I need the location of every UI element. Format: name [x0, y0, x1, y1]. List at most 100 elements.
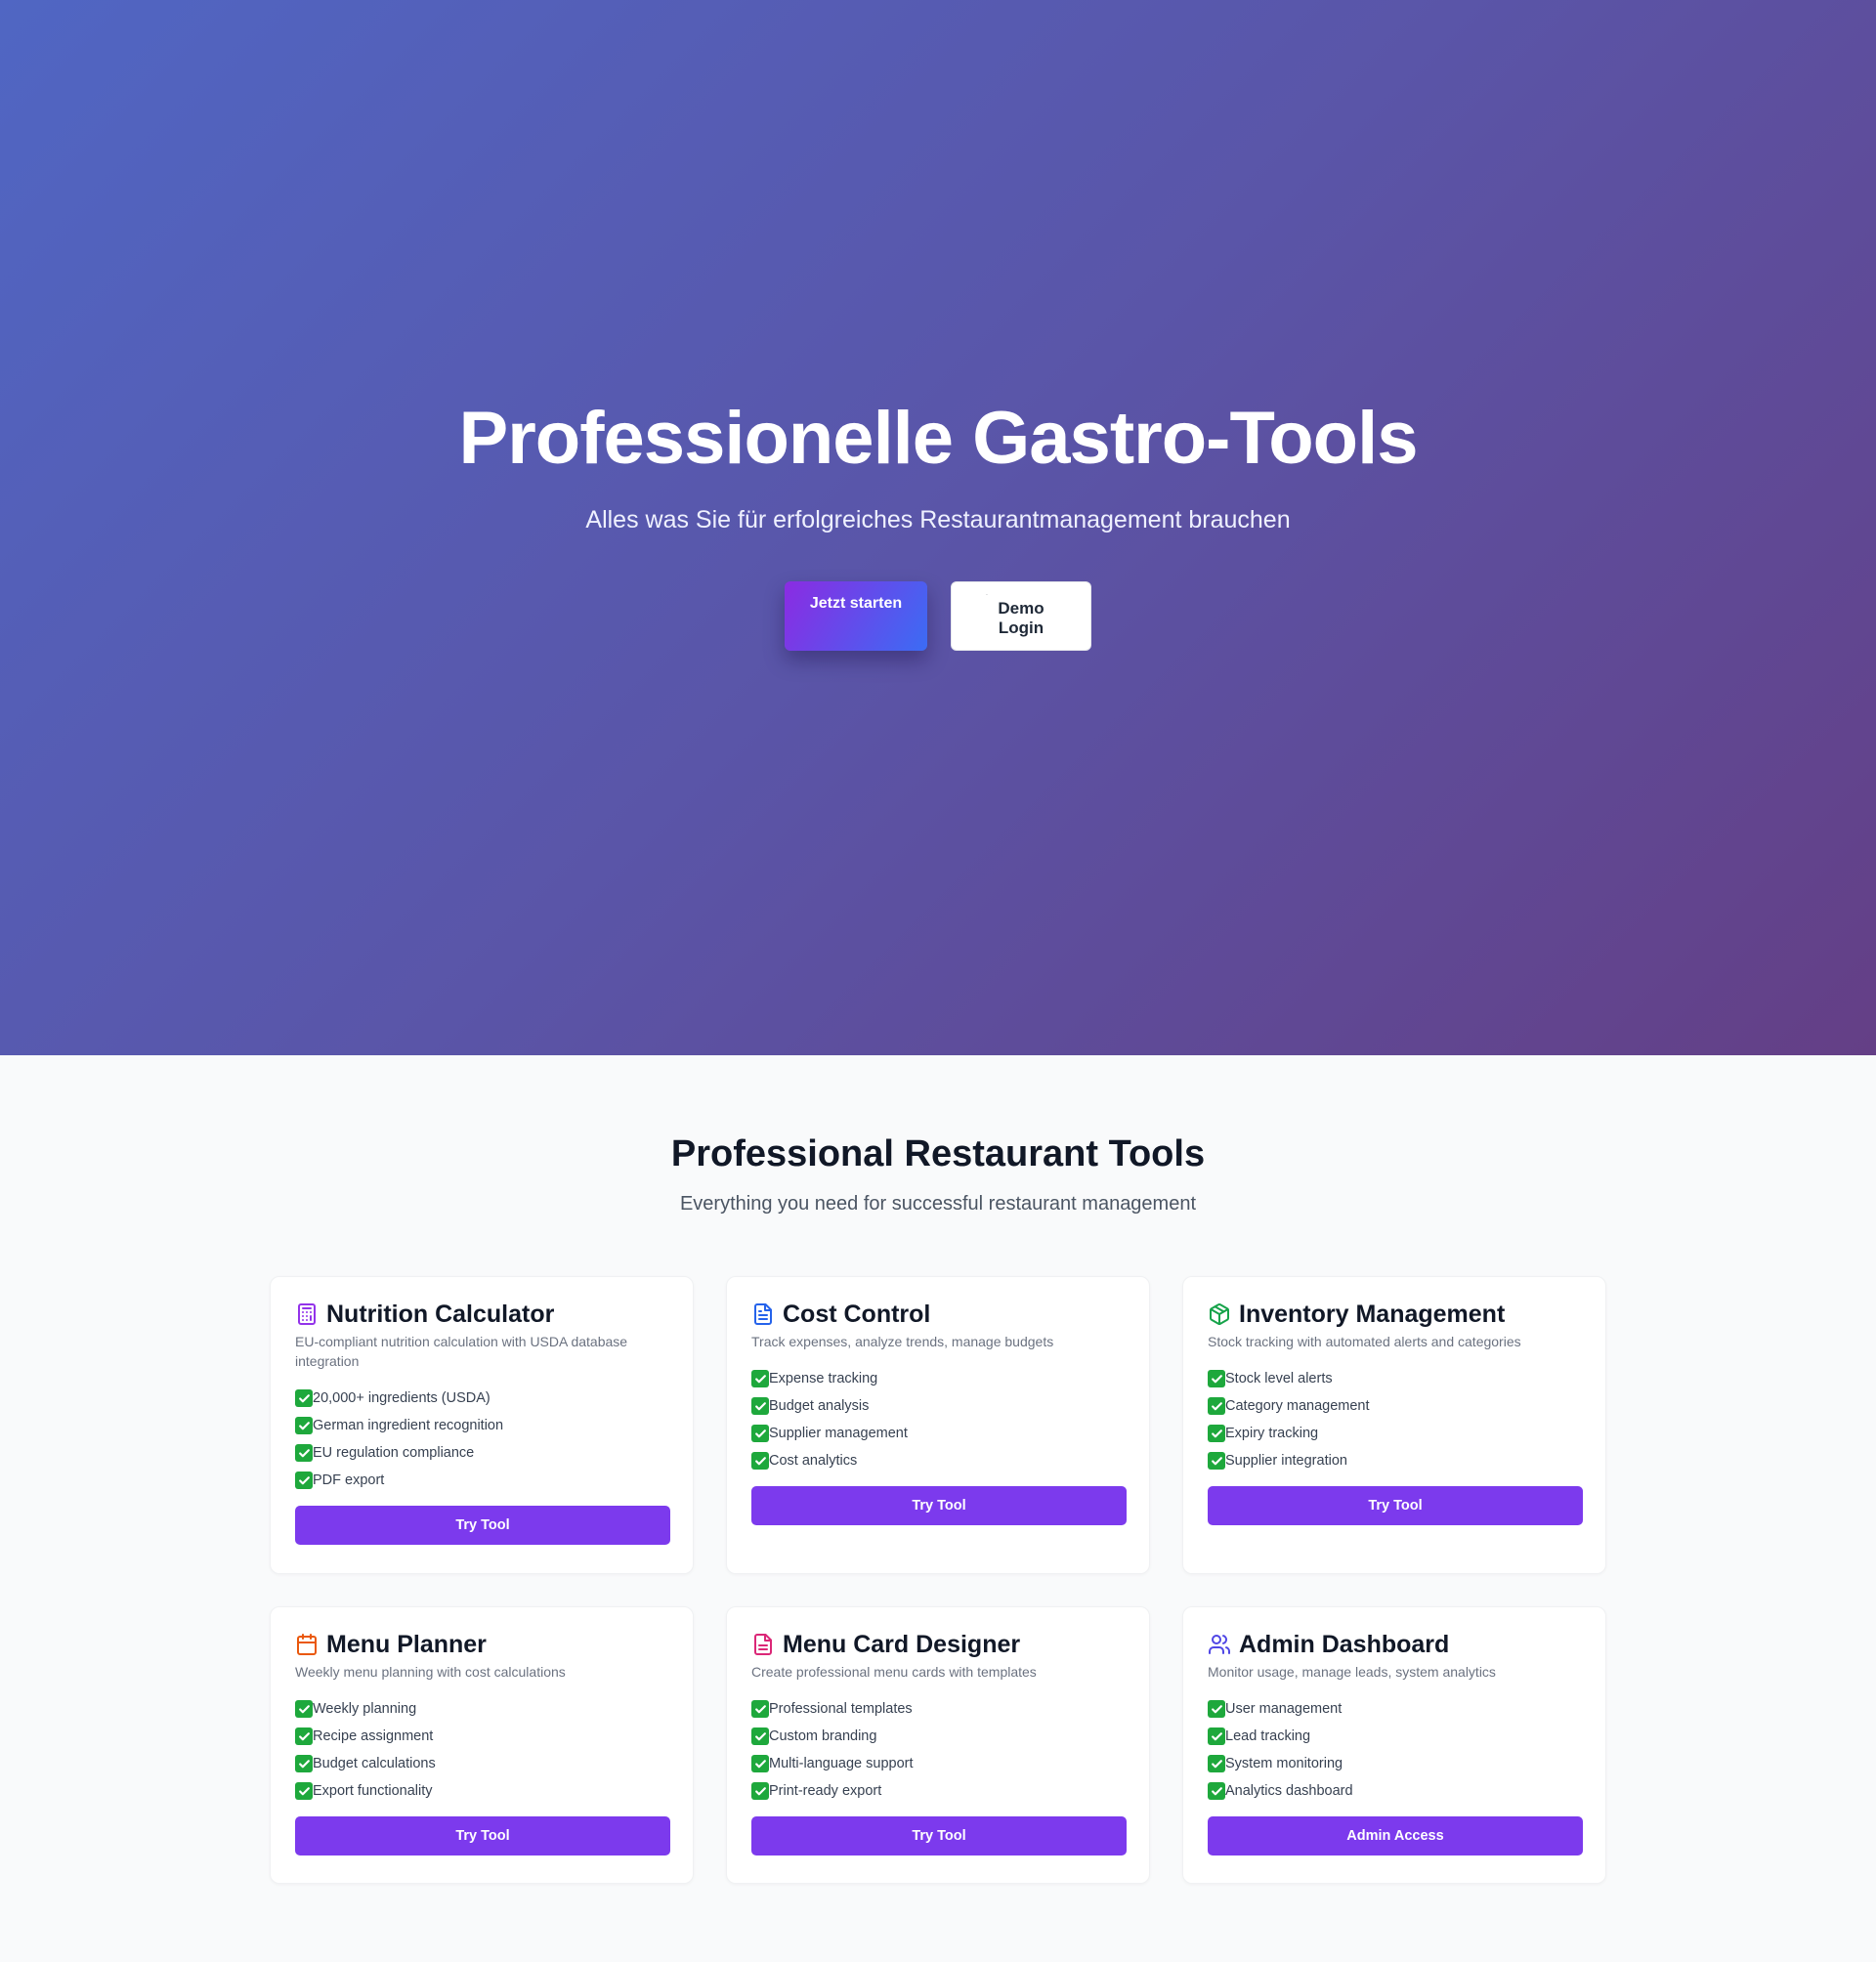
feature-item: Weekly planning: [295, 1695, 668, 1723]
hero-subtitle: Alles was Sie für erfolgreiches Restaura…: [585, 506, 1291, 533]
feature-label: German ingredient recognition: [313, 1418, 504, 1433]
feature-label: EU regulation compliance: [313, 1445, 475, 1461]
feature-label: Expiry tracking: [1225, 1426, 1319, 1441]
package-icon: [1210, 1303, 1229, 1325]
card-title: Menu Planner: [326, 1631, 487, 1658]
card-title: Cost Control: [783, 1301, 931, 1328]
feature-item: PDF export: [295, 1467, 668, 1494]
feature-item: Expiry tracking: [1208, 1420, 1581, 1447]
feature-label: Print-ready export: [769, 1783, 882, 1799]
feature-item: Custom branding: [751, 1723, 1125, 1750]
feature-list: Stock level alerts Category management E…: [1208, 1365, 1581, 1474]
check-icon: [1208, 1452, 1225, 1470]
feature-label: Budget analysis: [769, 1398, 870, 1414]
calendar-icon: [297, 1634, 317, 1655]
tool-card-wrapper: Cost Control Track expenses, analyze tre…: [726, 1276, 1150, 1574]
tool-card-cost-control: Cost Control Track expenses, analyze tre…: [726, 1276, 1150, 1574]
check-icon: [751, 1397, 769, 1415]
tools-section: Professional Restaurant Tools Everything…: [0, 1055, 1876, 1884]
card-title: Inventory Management: [1239, 1301, 1506, 1328]
feature-item: User management: [1208, 1695, 1581, 1723]
feature-item: Budget analysis: [751, 1392, 1125, 1420]
users-icon: [1209, 1635, 1230, 1654]
try-tool-button[interactable]: Try Tool: [295, 1506, 670, 1545]
feature-label: Category management: [1225, 1398, 1370, 1414]
feature-item: Cost analytics: [751, 1447, 1125, 1474]
card-header: Cost Control: [751, 1299, 1125, 1330]
card-header: Admin Dashboard: [1208, 1629, 1581, 1660]
check-icon: [295, 1389, 313, 1407]
tools-subtitle: Everything you need for successful resta…: [679, 1193, 1197, 1215]
tool-card-nutrition-calculator: Nutrition Calculator EU-compliant nutrit…: [270, 1276, 694, 1574]
card-header: Inventory Management: [1208, 1299, 1581, 1330]
check-icon: [1208, 1755, 1225, 1772]
tool-card-wrapper: Admin Dashboard Monitor usage, manage le…: [1182, 1606, 1606, 1884]
check-icon: [751, 1700, 769, 1718]
feature-item: Supplier integration: [1208, 1447, 1581, 1474]
feature-item: Lead tracking: [1208, 1723, 1581, 1750]
tool-card-wrapper: Menu Card Designer Create professional m…: [726, 1606, 1150, 1884]
feature-list: Weekly planning Recipe assignment Budget…: [295, 1695, 668, 1805]
check-icon: [295, 1472, 313, 1489]
feature-label: 20,000+ ingredients (USDA): [313, 1390, 490, 1406]
check-icon: [295, 1782, 313, 1800]
feature-item: Recipe assignment: [295, 1723, 668, 1750]
feature-item: 20,000+ ingredients (USDA): [295, 1385, 668, 1412]
try-tool-button[interactable]: Try Tool: [751, 1486, 1127, 1525]
try-tool-button[interactable]: Try Tool: [295, 1816, 670, 1855]
card-description: Monitor usage, manage leads, system anal…: [1208, 1664, 1496, 1680]
check-icon: [295, 1727, 313, 1745]
feature-list: Professional templates Custom branding M…: [751, 1695, 1125, 1805]
check-icon: [295, 1755, 313, 1772]
feature-item: Multi-language support: [751, 1750, 1125, 1777]
feature-label: Custom branding: [769, 1728, 877, 1744]
hero-buttons: Jetzt starten Demo Login: [785, 581, 1091, 651]
tool-card-inventory-management: Inventory Management Stock tracking with…: [1182, 1276, 1606, 1574]
check-icon: [295, 1444, 313, 1462]
file-text-icon: [754, 1634, 772, 1655]
card-title: Nutrition Calculator: [326, 1301, 555, 1328]
tool-card-grid: Nutrition Calculator EU-compliant nutrit…: [270, 1276, 1606, 1884]
tool-card-wrapper: Inventory Management Stock tracking with…: [1182, 1276, 1606, 1574]
feature-label: Stock level alerts: [1225, 1371, 1333, 1386]
feature-item: German ingredient recognition: [295, 1412, 668, 1439]
feature-label: Cost analytics: [769, 1453, 858, 1469]
check-icon: [295, 1700, 313, 1718]
feature-label: Export functionality: [313, 1783, 433, 1799]
check-icon: [751, 1782, 769, 1800]
feature-label: Supplier integration: [1225, 1453, 1347, 1469]
card-header: Menu Planner: [295, 1629, 668, 1660]
card-description: Stock tracking with automated alerts and…: [1208, 1334, 1521, 1349]
feature-label: System monitoring: [1225, 1756, 1343, 1771]
tool-card-wrapper: Nutrition Calculator EU-compliant nutrit…: [270, 1276, 694, 1574]
feature-label: PDF export: [313, 1472, 385, 1488]
feature-label: User management: [1225, 1701, 1343, 1717]
start-button[interactable]: Jetzt starten: [785, 581, 927, 651]
try-tool-button[interactable]: Try Tool: [751, 1816, 1127, 1855]
tools-title: Professional Restaurant Tools: [670, 1133, 1206, 1174]
card-header: Menu Card Designer: [751, 1629, 1125, 1660]
feature-list: Expense tracking Budget analysis Supplie…: [751, 1365, 1125, 1474]
hero-title: Professionelle Gastro-Tools: [458, 397, 1419, 480]
hero-section: Professionelle Gastro-Tools Alles was Si…: [0, 0, 1876, 1055]
feature-list: User management Lead tracking System mon…: [1208, 1695, 1581, 1805]
card-description: Track expenses, analyze trends, manage b…: [751, 1334, 1054, 1349]
check-icon: [751, 1370, 769, 1387]
feature-item: Stock level alerts: [1208, 1365, 1581, 1392]
feature-item: System monitoring: [1208, 1750, 1581, 1777]
check-icon: [751, 1425, 769, 1442]
calculator-icon: [298, 1303, 316, 1325]
check-icon: [751, 1727, 769, 1745]
admin-access-button[interactable]: Admin Access: [1208, 1816, 1583, 1855]
check-icon: [1208, 1727, 1225, 1745]
document-icon: [754, 1303, 772, 1325]
feature-label: Professional templates: [769, 1701, 913, 1717]
demo-login-button[interactable]: Demo Login: [951, 581, 1091, 651]
tool-card-menu-card-designer: Menu Card Designer Create professional m…: [726, 1606, 1150, 1884]
try-tool-button[interactable]: Try Tool: [1208, 1486, 1583, 1525]
card-description: EU-compliant nutrition calculation with …: [295, 1334, 628, 1369]
feature-label: Supplier management: [769, 1426, 908, 1441]
card-title: Admin Dashboard: [1239, 1631, 1450, 1658]
feature-item: Expense tracking: [751, 1365, 1125, 1392]
check-icon: [1208, 1397, 1225, 1415]
